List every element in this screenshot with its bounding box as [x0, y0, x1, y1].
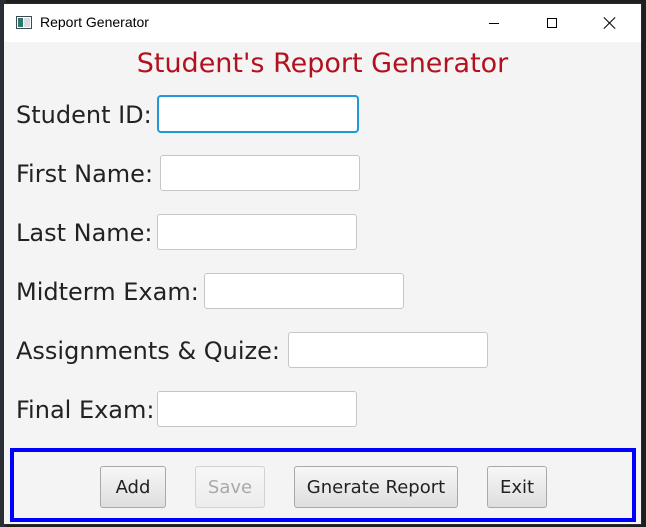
midterm-exam-field[interactable]	[204, 273, 404, 309]
window-title: Report Generator	[40, 14, 149, 30]
page-title: Student's Report Generator	[136, 48, 509, 79]
student-id-field[interactable]	[158, 96, 358, 132]
last-name-field[interactable]	[157, 214, 357, 250]
student-id-label: Student ID:	[16, 101, 152, 129]
first-name-label: First Name:	[16, 160, 154, 188]
first-name-field[interactable]	[160, 155, 360, 191]
exit-button[interactable]: Exit	[487, 466, 547, 508]
button-panel: Add Save Gnerate Report Exit	[10, 448, 636, 522]
generate-report-button[interactable]: Gnerate Report	[294, 466, 458, 508]
close-icon	[603, 16, 617, 30]
final-exam-field[interactable]	[157, 391, 357, 427]
assignments-quize-field[interactable]	[288, 332, 488, 368]
minimize-icon	[489, 22, 499, 24]
add-button[interactable]: Add	[100, 466, 166, 508]
save-button[interactable]: Save	[195, 466, 265, 508]
midterm-exam-label: Midterm Exam:	[16, 278, 199, 306]
last-name-label: Last Name:	[16, 219, 153, 247]
maximize-icon	[547, 18, 557, 28]
title-bar[interactable]: Report Generator	[4, 4, 641, 42]
minimize-button[interactable]	[471, 4, 517, 42]
assignments-quize-label: Assignments & Quize:	[16, 337, 280, 365]
final-exam-label: Final Exam:	[16, 396, 155, 424]
maximize-button[interactable]	[529, 4, 575, 42]
report-generator-window: Report Generator Student's Report Genera…	[3, 3, 642, 525]
close-button[interactable]	[587, 4, 633, 42]
app-window-icon	[16, 16, 32, 29]
